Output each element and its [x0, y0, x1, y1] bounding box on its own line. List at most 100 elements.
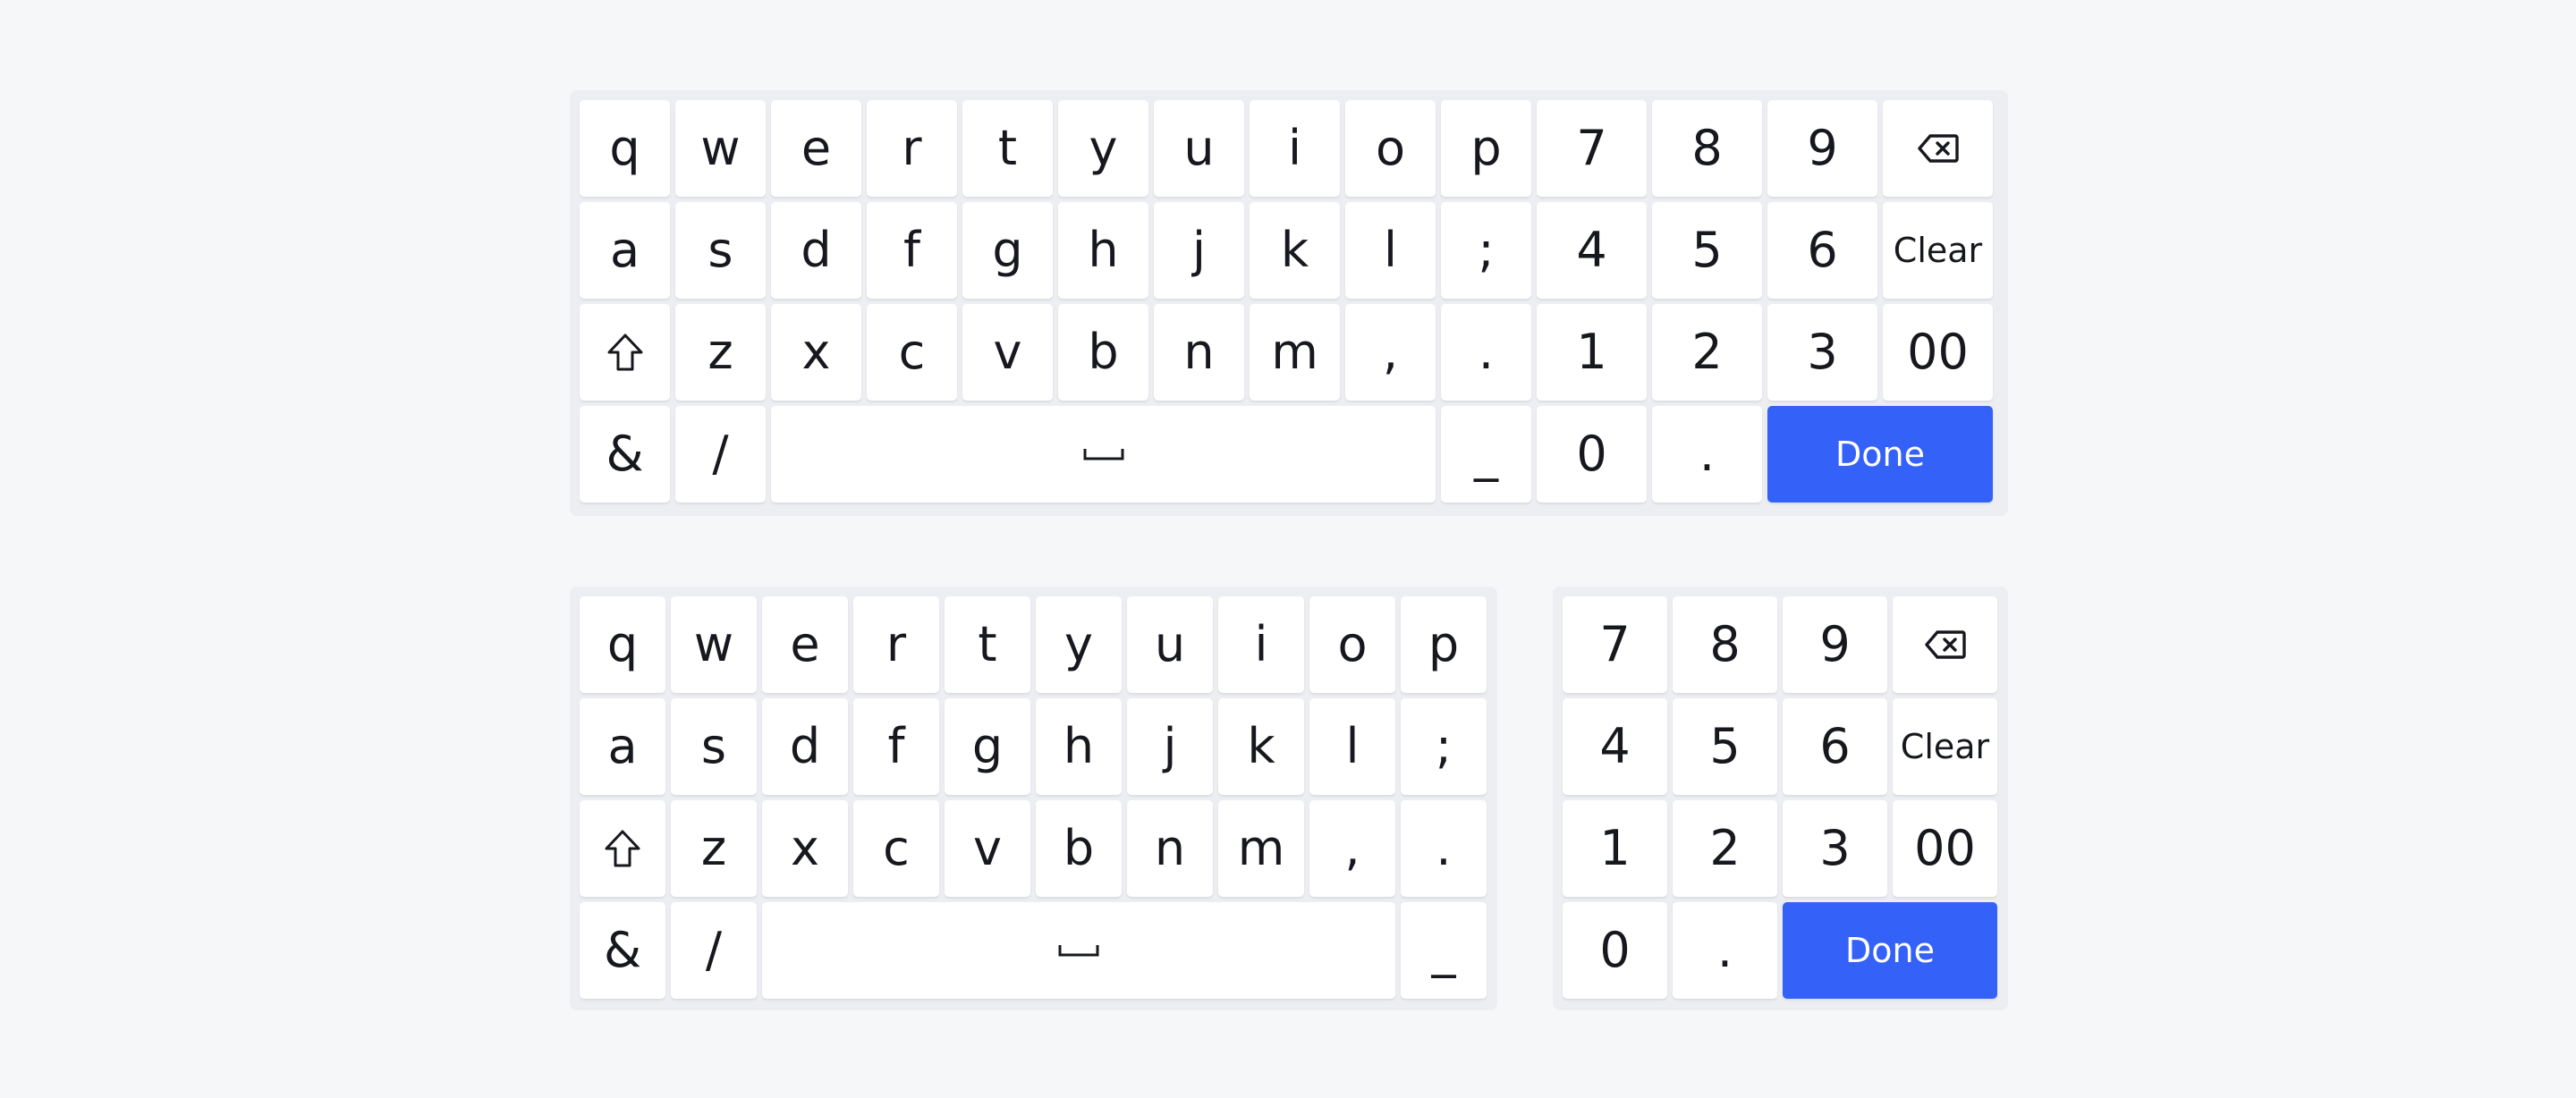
done-button[interactable]: Done	[1783, 902, 1997, 999]
key-00[interactable]: 00	[1893, 800, 1997, 897]
key-f[interactable]: f	[853, 698, 939, 795]
key-r[interactable]: r	[867, 100, 957, 197]
shift-key[interactable]	[580, 304, 670, 401]
key-underscore[interactable]: _	[1401, 902, 1487, 999]
key-1[interactable]: 1	[1563, 800, 1667, 897]
key-7[interactable]: 7	[1537, 100, 1647, 197]
key-r[interactable]: r	[853, 596, 939, 693]
key-k[interactable]: k	[1250, 202, 1340, 299]
key-h[interactable]: h	[1036, 698, 1122, 795]
key-g[interactable]: g	[945, 698, 1030, 795]
key-4[interactable]: 4	[1537, 202, 1647, 299]
key-comma[interactable]: ,	[1309, 800, 1395, 897]
key-f[interactable]: f	[867, 202, 957, 299]
key-semicolon[interactable]: ;	[1401, 698, 1487, 795]
key-k[interactable]: k	[1218, 698, 1304, 795]
key-d[interactable]: d	[762, 698, 848, 795]
key-x[interactable]: x	[762, 800, 848, 897]
key-d[interactable]: d	[771, 202, 861, 299]
key-ampersand[interactable]: &	[580, 406, 670, 503]
key-decimal[interactable]: .	[1652, 406, 1762, 503]
key-w[interactable]: w	[671, 596, 757, 693]
key-e[interactable]: e	[762, 596, 848, 693]
key-j[interactable]: j	[1127, 698, 1213, 795]
key-4[interactable]: 4	[1563, 698, 1667, 795]
key-label: w	[700, 120, 741, 176]
backspace-key[interactable]	[1893, 596, 1997, 693]
key-s[interactable]: s	[675, 202, 766, 299]
key-underscore[interactable]: _	[1441, 406, 1531, 503]
key-9[interactable]: 9	[1783, 596, 1887, 693]
key-7[interactable]: 7	[1563, 596, 1667, 693]
key-semicolon[interactable]: ;	[1441, 202, 1531, 299]
key-3[interactable]: 3	[1767, 304, 1877, 401]
key-period[interactable]: .	[1401, 800, 1487, 897]
key-l[interactable]: l	[1345, 202, 1436, 299]
key-l[interactable]: l	[1309, 698, 1395, 795]
key-6[interactable]: 6	[1783, 698, 1887, 795]
clear-key[interactable]: Clear	[1893, 698, 1997, 795]
key-5[interactable]: 5	[1673, 698, 1777, 795]
key-y[interactable]: y	[1036, 596, 1122, 693]
done-button[interactable]: Done	[1767, 406, 1993, 503]
key-1[interactable]: 1	[1537, 304, 1647, 401]
key-u[interactable]: u	[1127, 596, 1213, 693]
key-5[interactable]: 5	[1652, 202, 1762, 299]
key-decimal[interactable]: .	[1673, 902, 1777, 999]
key-3[interactable]: 3	[1783, 800, 1887, 897]
key-s[interactable]: s	[671, 698, 757, 795]
key-w[interactable]: w	[675, 100, 766, 197]
key-00[interactable]: 00	[1883, 304, 1993, 401]
key-8[interactable]: 8	[1673, 596, 1777, 693]
key-j[interactable]: j	[1154, 202, 1244, 299]
key-0[interactable]: 0	[1537, 406, 1647, 503]
key-9[interactable]: 9	[1767, 100, 1877, 197]
key-g[interactable]: g	[962, 202, 1053, 299]
key-o[interactable]: o	[1309, 596, 1395, 693]
key-8[interactable]: 8	[1652, 100, 1762, 197]
key-slash[interactable]: /	[675, 406, 766, 503]
key-z[interactable]: z	[671, 800, 757, 897]
key-a[interactable]: a	[580, 698, 665, 795]
key-6[interactable]: 6	[1767, 202, 1877, 299]
key-o[interactable]: o	[1345, 100, 1436, 197]
key-m[interactable]: m	[1250, 304, 1340, 401]
key-z[interactable]: z	[675, 304, 766, 401]
key-n[interactable]: n	[1127, 800, 1213, 897]
key-t[interactable]: t	[945, 596, 1030, 693]
key-x[interactable]: x	[771, 304, 861, 401]
key-b[interactable]: b	[1058, 304, 1148, 401]
key-comma[interactable]: ,	[1345, 304, 1436, 401]
key-q[interactable]: q	[580, 100, 670, 197]
key-ampersand[interactable]: &	[580, 902, 665, 999]
key-e[interactable]: e	[771, 100, 861, 197]
key-b[interactable]: b	[1036, 800, 1122, 897]
key-h[interactable]: h	[1058, 202, 1148, 299]
key-slash[interactable]: /	[671, 902, 757, 999]
key-q[interactable]: q	[580, 596, 665, 693]
key-i[interactable]: i	[1250, 100, 1340, 197]
space-key[interactable]	[762, 902, 1395, 999]
key-u[interactable]: u	[1154, 100, 1244, 197]
key-p[interactable]: p	[1441, 100, 1531, 197]
clear-key[interactable]: Clear	[1883, 202, 1993, 299]
key-period[interactable]: .	[1441, 304, 1531, 401]
key-i[interactable]: i	[1218, 596, 1304, 693]
key-y[interactable]: y	[1058, 100, 1148, 197]
key-v[interactable]: v	[962, 304, 1053, 401]
key-t[interactable]: t	[962, 100, 1053, 197]
key-2[interactable]: 2	[1673, 800, 1777, 897]
key-m[interactable]: m	[1218, 800, 1304, 897]
key-v[interactable]: v	[945, 800, 1030, 897]
space-key[interactable]	[771, 406, 1436, 503]
key-p[interactable]: p	[1401, 596, 1487, 693]
key-c[interactable]: c	[853, 800, 939, 897]
key-2[interactable]: 2	[1652, 304, 1762, 401]
shift-key[interactable]	[580, 800, 665, 897]
key-n[interactable]: n	[1154, 304, 1244, 401]
key-c[interactable]: c	[867, 304, 957, 401]
full-keyboard: q w e r t y u i o p 7 8 9 a s d f g h j k l; 4 5 6 Clear z x c v b n m,.…	[570, 90, 2008, 516]
backspace-key[interactable]	[1883, 100, 1993, 197]
key-0[interactable]: 0	[1563, 902, 1667, 999]
key-a[interactable]: a	[580, 202, 670, 299]
